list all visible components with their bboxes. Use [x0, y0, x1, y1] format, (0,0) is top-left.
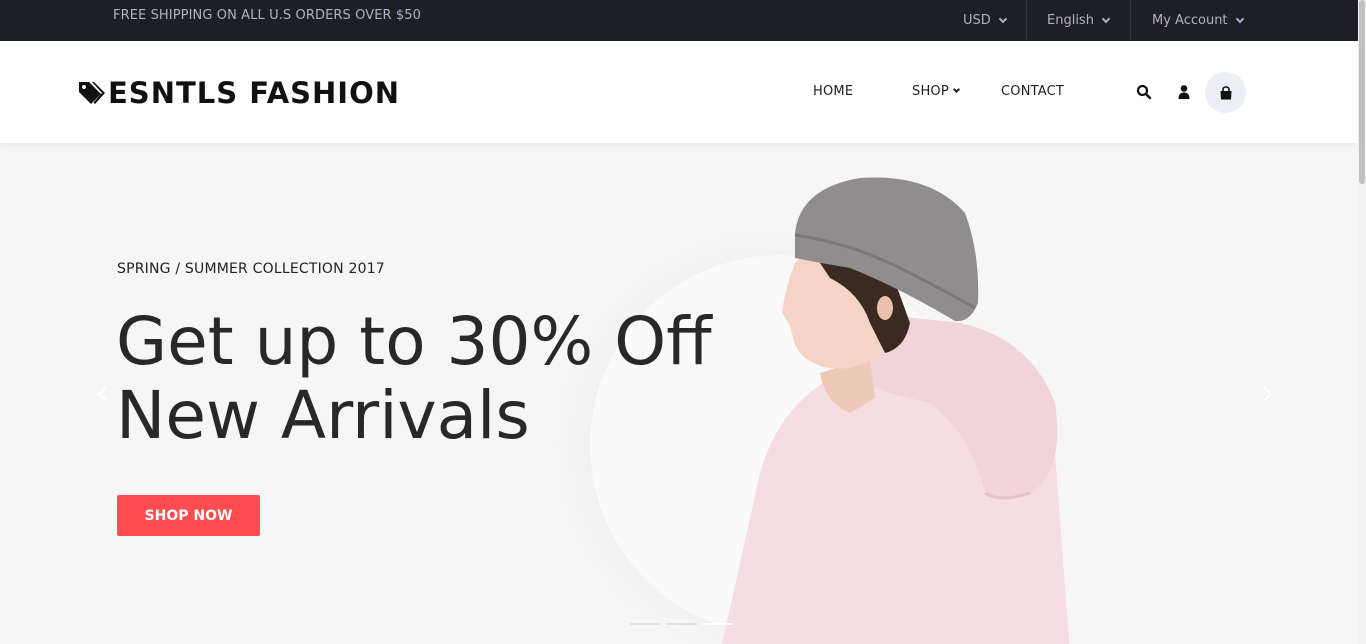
scrollbar-thumb[interactable] — [1359, 0, 1365, 184]
divider — [1130, 0, 1131, 41]
chevron-down-icon — [952, 85, 960, 93]
search-icon[interactable] — [1136, 84, 1152, 100]
slider-next-arrow-icon[interactable] — [1257, 386, 1273, 402]
slider-dot[interactable] — [666, 623, 696, 625]
top-bar: FREE SHIPPING ON ALL U.S ORDERS OVER $50… — [0, 0, 1358, 41]
nav-contact[interactable]: CONTACT — [1001, 84, 1064, 99]
hero-subtitle: SPRING / SUMMER COLLECTION 2017 — [117, 261, 385, 277]
shopping-bag-icon — [1220, 85, 1231, 99]
hero-headline-line-2: New Arrivals — [116, 377, 530, 454]
currency-label: USD — [963, 13, 991, 28]
hero-headline: Get up to 30% Off New Arrivals — [116, 305, 712, 453]
shop-now-button[interactable]: SHOP NOW — [117, 495, 260, 536]
chevron-down-icon — [1101, 14, 1111, 23]
logo-text: ESNTLS FASHION — [108, 76, 401, 110]
page-scrollbar[interactable] — [1358, 0, 1366, 644]
account-menu[interactable]: My Account — [1152, 0, 1244, 41]
nav-shop[interactable]: SHOP — [912, 84, 960, 99]
currency-selector[interactable]: USD — [963, 0, 1008, 41]
slider-dot[interactable] — [630, 623, 660, 625]
hero-headline-line-1: Get up to 30% Off — [116, 303, 712, 380]
chevron-down-icon — [998, 14, 1008, 23]
site-logo[interactable]: ESNTLS FASHION — [78, 78, 400, 108]
nav-shop-label: SHOP — [912, 84, 949, 99]
account-label: My Account — [1152, 13, 1228, 28]
language-selector[interactable]: English — [1047, 0, 1111, 41]
hero-slider: SPRING / SUMMER COLLECTION 2017 Get up t… — [0, 143, 1358, 644]
language-label: English — [1047, 13, 1094, 28]
shipping-promo-text: FREE SHIPPING ON ALL U.S ORDERS OVER $50 — [113, 8, 422, 23]
slider-prev-arrow-icon[interactable] — [97, 386, 113, 402]
main-header: ESNTLS FASHION HOME SHOP CONTACT — [0, 41, 1358, 143]
hero-model-image — [722, 177, 1070, 644]
chevron-down-icon — [1235, 14, 1244, 23]
price-tag-icon — [79, 82, 105, 104]
nav-home[interactable]: HOME — [813, 84, 853, 99]
slider-pagination — [630, 623, 732, 625]
cart-button[interactable] — [1205, 72, 1246, 113]
user-icon[interactable] — [1176, 84, 1192, 100]
divider — [1026, 0, 1027, 41]
slider-dot-active[interactable] — [702, 623, 732, 625]
